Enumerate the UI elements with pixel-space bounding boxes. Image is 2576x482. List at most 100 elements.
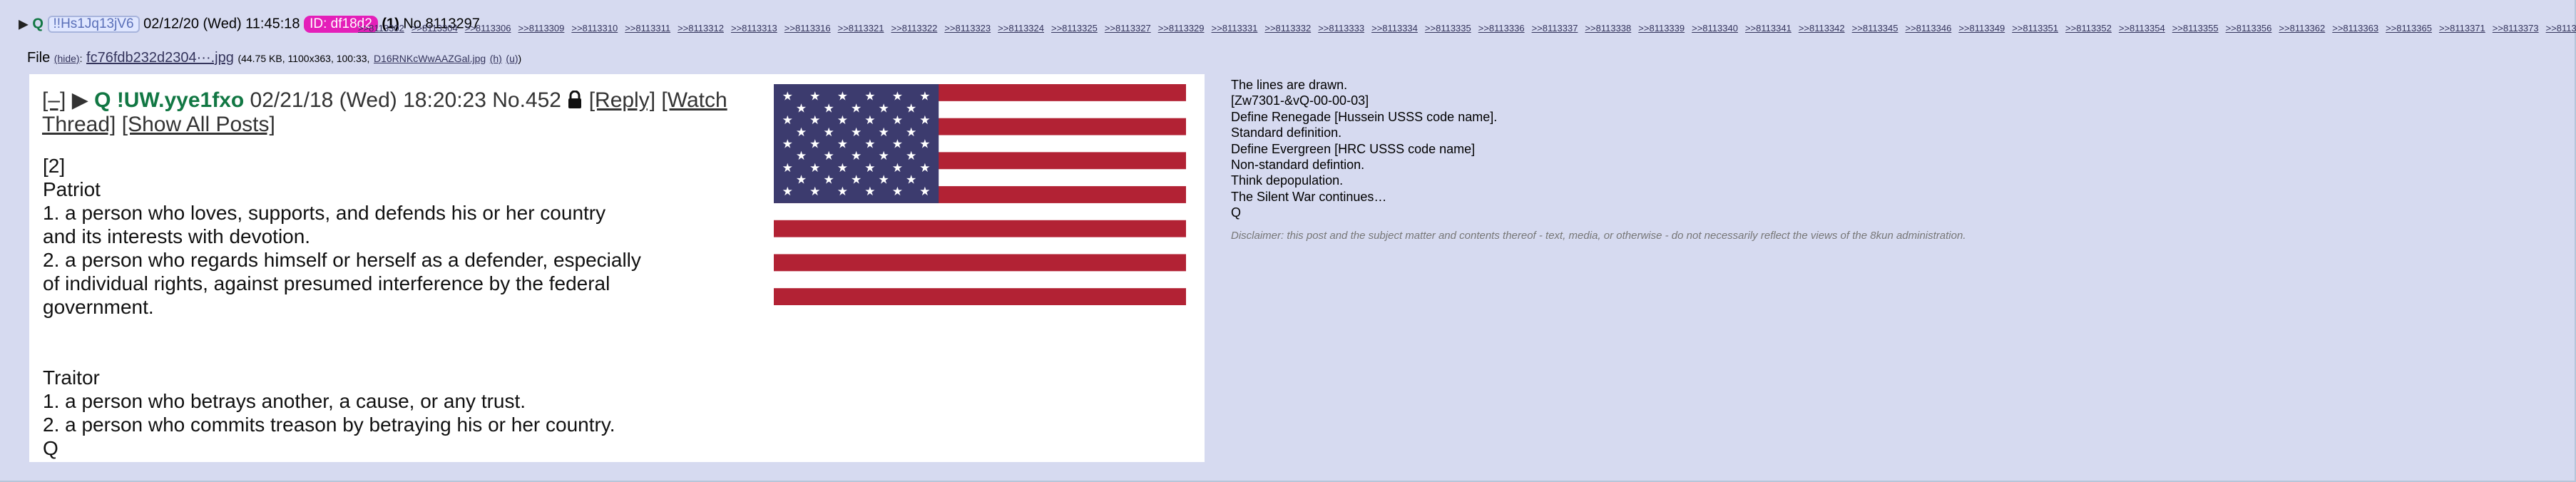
- image-show-all-link: [Show All Posts]: [121, 113, 275, 136]
- backlink[interactable]: >>8113346: [1906, 23, 1952, 34]
- flag-star: ★: [906, 173, 916, 188]
- backlink[interactable]: >>8113335: [1425, 23, 1471, 34]
- file-u-link[interactable]: (u): [506, 53, 518, 64]
- flag-star: ★: [851, 125, 862, 140]
- message-line: [Zw7301-&vQ-00-00-03]: [1231, 93, 1369, 108]
- backlink[interactable]: >>8113345: [1852, 23, 1898, 34]
- backlink[interactable]: >>8113337: [1532, 23, 1578, 34]
- flag-star: ★: [892, 185, 903, 199]
- backlink[interactable]: >>8113304: [412, 23, 458, 34]
- backlink[interactable]: >>8113339: [1638, 23, 1685, 34]
- flag-star: ★: [823, 125, 834, 140]
- backlink[interactable]: >>8113323: [944, 23, 991, 34]
- flag-star: ★: [892, 113, 903, 128]
- flag-star: ★: [823, 101, 834, 116]
- backlink[interactable]: >>8113371: [2439, 23, 2485, 34]
- file-label: File: [27, 50, 51, 66]
- message-line: Standard definition.: [1231, 125, 1342, 140]
- file-hide-link[interactable]: (hide): [54, 53, 80, 64]
- backlink[interactable]: >>8113329: [1158, 23, 1205, 34]
- backlink[interactable]: >>8113324: [998, 23, 1044, 34]
- backlink[interactable]: >>8113302: [358, 23, 404, 34]
- attached-image[interactable]: [–] ▶ Q !UW.yye1fxo 02/21/18 (Wed) 18:20…: [29, 74, 1205, 462]
- flag-star: ★: [782, 137, 793, 151]
- post-message: The lines are drawn. [Zw7301-&vQ-00-00-03…: [1231, 77, 1497, 221]
- backlink[interactable]: >>8113363: [2332, 23, 2378, 34]
- message-line: The lines are drawn.: [1231, 78, 1348, 92]
- backlink[interactable]: >>8113312: [678, 23, 724, 34]
- flag-star: ★: [782, 113, 793, 128]
- image-post-number: No.452: [492, 88, 561, 112]
- flag-star: ★: [796, 173, 807, 188]
- backlink[interactable]: >>8113325: [1051, 23, 1098, 34]
- backlink[interactable]: >>8113340: [1692, 23, 1738, 34]
- flag-star: ★: [837, 161, 848, 175]
- backlink[interactable]: >>8113355: [2172, 23, 2219, 34]
- flag-star: ★: [879, 101, 889, 116]
- backlink[interactable]: >>8113309: [518, 23, 565, 34]
- image-post-body: [2] Patriot 1. a person who loves, suppo…: [43, 155, 641, 459]
- flag-stripe: [774, 254, 1186, 272]
- message-line: Non-standard defintion.: [1231, 158, 1365, 173]
- backlink[interactable]: >>8113322: [891, 23, 937, 34]
- backlink[interactable]: >>8113373: [2493, 23, 2539, 34]
- image-post-header: [–] ▶ Q !UW.yye1fxo 02/21/18 (Wed) 18:20…: [42, 88, 762, 137]
- backlink[interactable]: >>8113338: [1585, 23, 1631, 34]
- flag-star: ★: [892, 161, 903, 175]
- image-arrow-icon: ▶: [71, 88, 88, 112]
- backlink[interactable]: >>8113336: [1478, 23, 1525, 34]
- backlink[interactable]: >>8113331: [1212, 23, 1258, 34]
- backlink[interactable]: >>8113321: [838, 23, 884, 34]
- flag-star: ★: [879, 149, 889, 163]
- flag-star: ★: [851, 149, 862, 163]
- flag-star: ★: [864, 161, 875, 175]
- backlink[interactable]: >>8113349: [1958, 23, 2005, 34]
- file-original-name-link[interactable]: D16RNKcWwAAZGal.jpg: [374, 53, 486, 64]
- backlink[interactable]: >>8113306: [465, 23, 511, 34]
- backlink[interactable]: >>8113352: [2065, 23, 2112, 34]
- flag-star: ★: [782, 161, 793, 175]
- flag-star: ★: [919, 137, 930, 151]
- flag-star: ★: [906, 125, 916, 140]
- backlink[interactable]: >>8113375: [2546, 23, 2576, 34]
- us-flag-image: ★ ★ ★ ★ ★ ★★ ★ ★ ★ ★★ ★ ★ ★ ★ ★★ ★ ★ ★ ★★ ★ ★ ★ ★ ★★ ★ ★ ★ ★★ ★ ★ ★ ★ ★★…: [774, 84, 1186, 305]
- flag-star: ★: [919, 113, 930, 128]
- message-line: Think depopulation.: [1231, 173, 1344, 188]
- flag-star: ★: [879, 125, 889, 140]
- post-disclaimer: Disclaimer: this post and the subject ma…: [1231, 230, 1966, 242]
- backlink[interactable]: >>8113316: [784, 23, 831, 34]
- backlink[interactable]: >>8113365: [2386, 23, 2432, 34]
- image-reply-link: [Reply]: [588, 88, 656, 112]
- backlink[interactable]: >>8113313: [731, 23, 777, 34]
- flag-star: ★: [919, 185, 930, 199]
- backlink[interactable]: >>8113334: [1371, 23, 1418, 34]
- file-info: File (hide): fc76fdb232d2304···.jpg (44.…: [27, 50, 522, 66]
- backlink[interactable]: >>8113311: [625, 23, 670, 34]
- flag-star: ★: [809, 113, 820, 128]
- message-line: Define Renegade [Hussein USSS code name]…: [1231, 109, 1498, 124]
- flag-star: ★: [823, 149, 834, 163]
- backlink[interactable]: >>8113333: [1318, 23, 1364, 34]
- flag-star: ★: [823, 173, 834, 188]
- flag-stripe: [774, 220, 1186, 237]
- backlink[interactable]: >>8113351: [2012, 23, 2058, 34]
- backlink[interactable]: >>8113342: [1799, 23, 1845, 34]
- backlink[interactable]: >>8113341: [1745, 23, 1792, 34]
- flag-star: ★: [892, 137, 903, 151]
- flag-star: ★: [892, 90, 903, 104]
- file-meta: (44.75 KB, 1100x363, 100:33,: [237, 53, 370, 64]
- flag-star: ★: [796, 125, 807, 140]
- backlink[interactable]: >>8113327: [1105, 23, 1151, 34]
- backlink[interactable]: >>8113362: [2279, 23, 2325, 34]
- file-h-link[interactable]: (h): [490, 53, 502, 64]
- flag-star: ★: [782, 90, 793, 104]
- backlink[interactable]: >>8113332: [1264, 23, 1311, 34]
- backlinks-list: >>8113302 >>8113304 >>8113306 >>8113309 >>81…: [19, 19, 2576, 38]
- backlink[interactable]: >>8113356: [2226, 23, 2272, 34]
- file-name-link[interactable]: fc76fdb232d2304···.jpg: [86, 50, 234, 66]
- backlink[interactable]: >>8113354: [2119, 23, 2165, 34]
- backlink[interactable]: >>8113310: [571, 23, 618, 34]
- post-container: ▶ Q !!Hs1Jq13jV6 02/12/20 (Wed) 11:45:18…: [0, 0, 2576, 482]
- flag-star: ★: [864, 185, 875, 199]
- flag-star: ★: [837, 113, 848, 128]
